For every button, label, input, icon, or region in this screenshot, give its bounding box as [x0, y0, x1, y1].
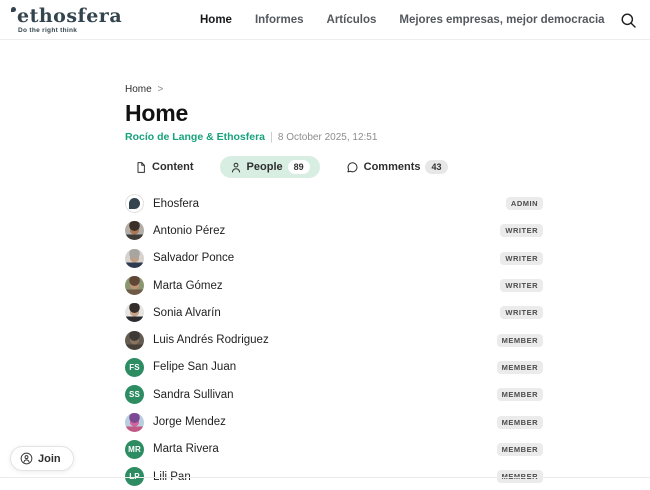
avatar [125, 194, 144, 213]
person-circle-icon [20, 452, 33, 465]
breadcrumb: Home > [125, 84, 543, 95]
brand-name: ethosfera [10, 6, 122, 26]
avatar [125, 331, 144, 350]
nav-item-articulos[interactable]: Artículos [327, 14, 377, 26]
nav-item-informes[interactable]: Informes [255, 14, 304, 26]
comment-icon [346, 161, 359, 174]
role-badge: WRITER [500, 279, 543, 292]
person-row[interactable]: SS Sandra Sullivan MEMBER [125, 381, 543, 408]
person-row[interactable]: Luis Andrés Rodriguez MEMBER [125, 326, 543, 353]
tab-comments-count: 43 [425, 160, 447, 174]
person-row[interactable]: Marta Gómez WRITER [125, 272, 543, 299]
tab-bar: Content People 89 Comments 43 [125, 156, 543, 178]
avatar [125, 413, 144, 432]
join-button-label: Join [38, 453, 61, 465]
person-row[interactable]: Sonia Alvarín WRITER [125, 299, 543, 326]
breadcrumb-home-link[interactable]: Home [125, 84, 152, 95]
person-row[interactable]: FS Felipe San Juan MEMBER [125, 354, 543, 381]
page-title: Home [125, 100, 543, 126]
main-content: Home > Home Rocío de Lange & Ethosfera |… [125, 84, 543, 490]
brand-tagline: Do the right think [10, 27, 122, 34]
role-badge: ADMIN [506, 197, 543, 210]
role-badge: WRITER [500, 306, 543, 319]
person-row[interactable]: Antonio Pérez WRITER [125, 217, 543, 244]
avatar: FS [125, 358, 144, 377]
tab-people-label: People [247, 161, 283, 173]
people-list: Ehosfera ADMIN Antonio Pérez WRITER Salv… [125, 190, 543, 490]
person-name: Marta Rivera [153, 443, 488, 455]
document-icon [135, 161, 147, 174]
person-row[interactable]: MR Marta Rivera MEMBER [125, 436, 543, 463]
byline-date: 8 October 2025, 12:51 [278, 132, 378, 143]
role-badge: MEMBER [497, 361, 543, 374]
brand-logo-mark-icon [11, 7, 16, 12]
role-badge: MEMBER [497, 416, 543, 429]
tab-content[interactable]: Content [125, 157, 204, 178]
person-row[interactable]: Jorge Mendez MEMBER [125, 408, 543, 435]
header: ethosfera Do the right think Home Inform… [0, 0, 650, 40]
role-badge: WRITER [500, 252, 543, 265]
byline-authors[interactable]: Rocío de Lange & Ethosfera [125, 131, 265, 143]
brand-logo[interactable]: ethosfera Do the right think [10, 6, 122, 34]
avatar [125, 249, 144, 268]
tab-people[interactable]: People 89 [220, 156, 320, 178]
search-icon[interactable] [619, 11, 637, 29]
tab-comments-label: Comments [364, 161, 421, 173]
person-name: Sandra Sullivan [153, 389, 488, 401]
person-name: Luis Andrés Rodriguez [153, 334, 488, 346]
person-name: Sonia Alvarín [153, 307, 491, 319]
person-icon [230, 161, 242, 174]
tab-people-count: 89 [288, 160, 310, 174]
role-badge: MEMBER [497, 388, 543, 401]
person-name: Salvador Ponce [153, 252, 491, 264]
nav-item-mejores-empresas[interactable]: Mejores empresas, mejor democracia [399, 14, 604, 26]
byline-divider: | [270, 131, 273, 143]
avatar: SS [125, 385, 144, 404]
person-name: Antonio Pérez [153, 225, 491, 237]
person-name: Marta Gómez [153, 280, 491, 292]
tab-comments[interactable]: Comments 43 [336, 156, 458, 178]
person-name: Felipe San Juan [153, 361, 488, 373]
nav-item-home[interactable]: Home [200, 14, 232, 26]
bottom-divider [0, 477, 650, 478]
person-name: Jorge Mendez [153, 416, 488, 428]
avatar [125, 303, 144, 322]
person-row[interactable]: Ehosfera ADMIN [125, 190, 543, 217]
person-name: Ehosfera [153, 198, 497, 210]
tab-content-label: Content [152, 161, 194, 173]
avatar: MR [125, 440, 144, 459]
byline: Rocío de Lange & Ethosfera | 8 October 2… [125, 131, 543, 143]
join-button[interactable]: Join [10, 446, 74, 471]
avatar [125, 221, 144, 240]
main-nav: Home Informes Artículos Mejores empresas… [200, 0, 605, 40]
breadcrumb-separator: > [157, 84, 163, 95]
role-badge: MEMBER [497, 443, 543, 456]
brand-bubble-icon [129, 198, 140, 209]
role-badge: MEMBER [497, 334, 543, 347]
person-row[interactable]: Salvador Ponce WRITER [125, 245, 543, 272]
avatar [125, 276, 144, 295]
role-badge: WRITER [500, 224, 543, 237]
